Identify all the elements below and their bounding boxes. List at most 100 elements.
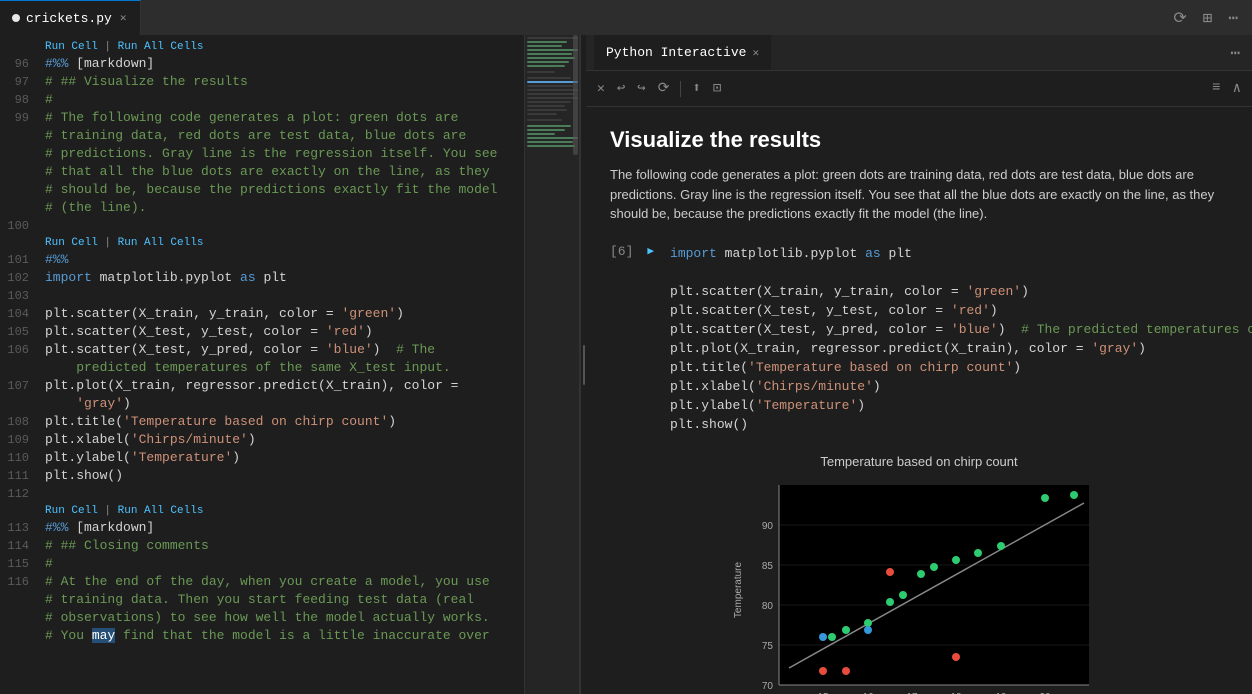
interactive-content[interactable]: Visualize the results The following code… xyxy=(586,107,1252,694)
code-area[interactable]: Run Cell | Run All Cells 96 #%% [markdow… xyxy=(0,35,524,694)
code-line-107a: 'gray') xyxy=(0,395,524,413)
line-content-105: plt.scatter(X_test, y_test, color = 'red… xyxy=(45,323,524,341)
cell-block-6: [6] ▶ import matplotlib.pyplot as plt pl… xyxy=(610,244,1228,694)
line-content-97: # ## Visualize the results xyxy=(45,73,524,91)
line-content-99d: # should be, because the predictions exa… xyxy=(45,181,524,199)
line-num-96: 96 xyxy=(0,55,45,73)
code-line-106: 106 plt.scatter(X_test, y_pred, color = … xyxy=(0,341,524,359)
editor-tab-close-icon[interactable]: ✕ xyxy=(118,9,129,27)
line-num-106: 106 xyxy=(0,341,45,359)
line-content-111: plt.show() xyxy=(45,467,524,485)
cell-code-line-9: plt.ylabel('Temperature') xyxy=(670,396,1252,415)
line-content-116c: # You may find that the model is a littl… xyxy=(45,627,524,645)
line-content-116a: # training data. Then you start feeding … xyxy=(45,591,524,609)
line-num-112: 112 xyxy=(0,485,45,503)
line-content-114: # ## Closing comments xyxy=(45,537,524,555)
python-tab-label: Python Interactive xyxy=(606,45,746,60)
redo-icon[interactable]: ↪ xyxy=(634,77,648,100)
code-line-99: 99 # The following code generates a plot… xyxy=(0,109,524,127)
close-icon[interactable]: ✕ xyxy=(594,78,608,99)
code-line-104: 104 plt.scatter(X_train, y_train, color … xyxy=(0,305,524,323)
filter-icon[interactable]: ≡ xyxy=(1209,77,1223,100)
cell-code-line-1: import matplotlib.pyplot as plt xyxy=(670,244,1252,263)
run-cell-link-2[interactable]: Run Cell xyxy=(45,237,98,249)
run-cell-link-3[interactable]: Run Cell xyxy=(45,505,98,517)
refresh-icon[interactable]: ⟳ xyxy=(1169,4,1190,32)
line-num-109: 109 xyxy=(0,431,45,449)
cell-code-line-10: plt.show() xyxy=(670,415,1252,434)
line-content-116: # At the end of the day, when you create… xyxy=(45,573,524,591)
line-num-102: 102 xyxy=(0,269,45,287)
svg-text:90: 90 xyxy=(762,521,774,532)
line-content-113: #%% [markdown] xyxy=(45,519,524,537)
cell-number-6: [6] xyxy=(610,244,633,259)
run-cell-link-1[interactable]: Run Cell xyxy=(45,41,98,53)
line-num-115: 115 xyxy=(0,555,45,573)
run-all-cells-link-1[interactable]: Run All Cells xyxy=(118,41,204,53)
split-editor-icon[interactable]: ⊞ xyxy=(1199,4,1217,32)
cell-code-line-8: plt.xlabel('Chirps/minute') xyxy=(670,377,1252,396)
toolbar-separator-1 xyxy=(680,81,681,97)
line-content-102: import matplotlib.pyplot as plt xyxy=(45,269,524,287)
run-all-cells-link-2[interactable]: Run All Cells xyxy=(118,237,204,249)
code-line-110: 110 plt.ylabel('Temperature') xyxy=(0,449,524,467)
line-content-104: plt.scatter(X_train, y_train, color = 'g… xyxy=(45,305,524,323)
python-tab-close-icon[interactable]: ✕ xyxy=(752,46,759,60)
run-cell-bar-1[interactable]: Run Cell | Run All Cells xyxy=(0,39,524,55)
collapse-icon[interactable]: ∧ xyxy=(1230,77,1244,100)
code-line-105: 105 plt.scatter(X_test, y_test, color = … xyxy=(0,323,524,341)
more-actions-icon[interactable]: ⋯ xyxy=(1224,4,1242,32)
line-num-114: 114 xyxy=(0,537,45,555)
cell-code-line-2 xyxy=(670,263,1252,282)
code-line-116: 116 # At the end of the day, when you cr… xyxy=(0,573,524,591)
cell-code-line-5: plt.scatter(X_test, y_pred, color = 'blu… xyxy=(670,320,1252,339)
line-num-100: 100 xyxy=(0,217,45,235)
main-content: Run Cell | Run All Cells 96 #%% [markdow… xyxy=(0,35,1252,694)
svg-text:85: 85 xyxy=(762,561,774,572)
editor-tab-crickets[interactable]: crickets.py ✕ xyxy=(0,0,141,35)
separator-3: | xyxy=(104,505,117,517)
code-line-113: 113 #%% [markdown] xyxy=(0,519,524,537)
run-cell-bar-3[interactable]: Run Cell | Run All Cells xyxy=(0,503,524,519)
svg-text:Temperature: Temperature xyxy=(733,561,744,618)
code-line-115: 115 # xyxy=(0,555,524,573)
code-line-98: 98 # xyxy=(0,91,524,109)
restart-icon[interactable]: ⟳ xyxy=(655,77,673,100)
line-content-107: plt.plot(X_train, regressor.predict(X_tr… xyxy=(45,377,524,395)
minimap[interactable] xyxy=(524,35,579,694)
interactive-toolbar: ✕ ↩ ↪ ⟳ ⬆ ⊡ ≡ ∧ xyxy=(586,71,1252,107)
line-num-111: 111 xyxy=(0,467,45,485)
line-content-99b: # predictions. Gray line is the regressi… xyxy=(45,145,524,163)
code-line-106a: predicted temperatures of the same X_tes… xyxy=(0,359,524,377)
line-num-101: 101 xyxy=(0,251,45,269)
line-num-105: 105 xyxy=(0,323,45,341)
code-line-101: 101 #%% xyxy=(0,251,524,269)
line-num-98: 98 xyxy=(0,91,45,109)
run-cell-bar-2[interactable]: Run Cell | Run All Cells xyxy=(0,235,524,251)
separator-1: | xyxy=(104,41,117,53)
line-content-108: plt.title('Temperature based on chirp co… xyxy=(45,413,524,431)
line-content-107a: 'gray') xyxy=(45,395,524,413)
file-dot-icon xyxy=(12,14,20,22)
line-num-107: 107 xyxy=(0,377,45,395)
line-num-103: 103 xyxy=(0,287,45,305)
code-line-97: 97 # ## Visualize the results xyxy=(0,73,524,91)
code-line-99b: # predictions. Gray line is the regressi… xyxy=(0,145,524,163)
chart-svg: 90 85 80 75 70 15 16 17 18 19 20 xyxy=(729,475,1109,694)
code-line-116a: # training data. Then you start feeding … xyxy=(0,591,524,609)
line-content-99c: # that all the blue dots are exactly on … xyxy=(45,163,524,181)
layout-icon[interactable]: ⊡ xyxy=(710,77,724,100)
undo-icon[interactable]: ↩ xyxy=(614,77,628,100)
line-num-110: 110 xyxy=(0,449,45,467)
python-interactive-tab[interactable]: Python Interactive ✕ xyxy=(594,35,771,70)
code-line-96: 96 #%% [markdown] xyxy=(0,55,524,73)
run-all-cells-link-3[interactable]: Run All Cells xyxy=(118,505,204,517)
code-line-107: 107 plt.plot(X_train, regressor.predict(… xyxy=(0,377,524,395)
export-icon[interactable]: ⬆ xyxy=(689,77,703,100)
line-content-99a: # training data, red dots are test data,… xyxy=(45,127,524,145)
cell-run-button[interactable]: ▶ xyxy=(647,244,654,258)
line-num-97: 97 xyxy=(0,73,45,91)
python-more-actions-icon[interactable]: ⋯ xyxy=(1226,39,1244,67)
interactive-panel: Python Interactive ✕ ⋯ ✕ ↩ ↪ ⟳ ⬆ ⊡ ≡ ∧ xyxy=(586,35,1252,694)
code-line-99c: # that all the blue dots are exactly on … xyxy=(0,163,524,181)
